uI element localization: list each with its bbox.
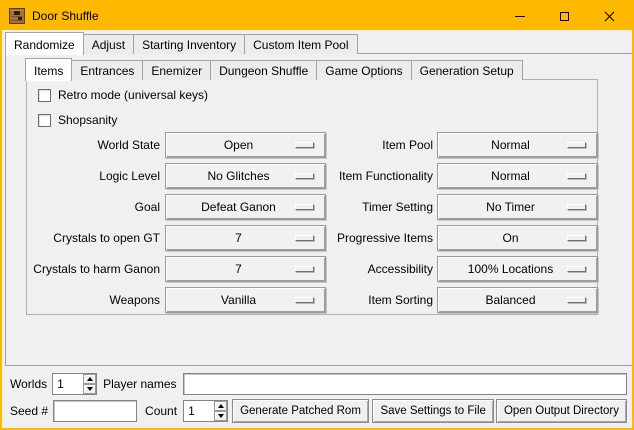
tab-generation-setup[interactable]: Generation Setup bbox=[411, 60, 523, 80]
item-sorting-dropdown[interactable]: Balanced bbox=[437, 287, 598, 313]
main-tab-bar: Randomize Adjust Starting Inventory Cust… bbox=[5, 31, 358, 54]
item-pool-label: Item Pool bbox=[267, 132, 433, 158]
crystals-gt-value: 7 bbox=[235, 231, 242, 245]
worlds-input[interactable] bbox=[53, 374, 83, 394]
tab-dungeon-shuffle[interactable]: Dungeon Shuffle bbox=[210, 60, 317, 80]
player-names-label: Player names bbox=[103, 377, 176, 391]
minimize-button[interactable] bbox=[497, 2, 542, 30]
progressive-items-label: Progressive Items bbox=[267, 225, 433, 251]
tab-randomize[interactable]: Randomize bbox=[5, 32, 84, 55]
timer-setting-dropdown[interactable]: No Timer bbox=[437, 194, 598, 220]
spin-down-icon bbox=[218, 414, 224, 418]
tab-starting-inventory[interactable]: Starting Inventory bbox=[133, 34, 245, 54]
item-pool-value: Normal bbox=[491, 138, 530, 152]
logic-level-label: Logic Level bbox=[27, 163, 160, 189]
worlds-spin-down-button[interactable] bbox=[83, 384, 96, 394]
title-bar[interactable]: Door Shuffle bbox=[2, 2, 632, 30]
door-shuffle-window: Door Shuffle Randomize Adjust Starting I… bbox=[0, 0, 634, 430]
crystals-ganon-label: Crystals to harm Ganon bbox=[27, 256, 160, 282]
worlds-spinner bbox=[52, 373, 97, 395]
worlds-spin-up-button[interactable] bbox=[83, 374, 96, 384]
weapons-label: Weapons bbox=[27, 287, 160, 313]
caption-buttons bbox=[497, 2, 632, 30]
count-spin-down-button[interactable] bbox=[214, 411, 227, 421]
worlds-label: Worlds bbox=[10, 377, 47, 391]
seed-label: Seed # bbox=[10, 404, 48, 418]
accessibility-dropdown[interactable]: 100% Locations bbox=[437, 256, 598, 282]
generate-patched-rom-button[interactable]: Generate Patched Rom bbox=[232, 399, 369, 423]
item-pool-dropdown[interactable]: Normal bbox=[437, 132, 598, 158]
dropdown-indicator-icon bbox=[567, 204, 586, 210]
items-tab-panel: Retro mode (universal keys) Shopsanity W… bbox=[26, 79, 598, 315]
world-state-label: World State bbox=[27, 132, 160, 158]
world-state-value: Open bbox=[224, 138, 253, 152]
item-functionality-dropdown[interactable]: Normal bbox=[437, 163, 598, 189]
open-output-directory-button[interactable]: Open Output Directory bbox=[496, 399, 627, 423]
accessibility-value: 100% Locations bbox=[468, 262, 553, 276]
tab-custom-item-pool[interactable]: Custom Item Pool bbox=[244, 34, 357, 54]
save-settings-button[interactable]: Save Settings to File bbox=[372, 399, 493, 423]
player-names-input[interactable] bbox=[183, 373, 628, 395]
crystals-ganon-value: 7 bbox=[235, 262, 242, 276]
shopsanity-checkbox-row: Shopsanity bbox=[38, 113, 117, 127]
count-spinner bbox=[183, 400, 228, 422]
close-button[interactable] bbox=[587, 2, 632, 30]
retro-mode-checkbox-row: Retro mode (universal keys) bbox=[38, 88, 208, 102]
seed-input[interactable] bbox=[53, 400, 137, 422]
retro-mode-label: Retro mode (universal keys) bbox=[58, 88, 208, 102]
item-sorting-value: Balanced bbox=[485, 293, 535, 307]
retro-mode-checkbox[interactable] bbox=[38, 89, 51, 102]
sub-tab-bar: Items Entrances Enemizer Dungeon Shuffle… bbox=[25, 57, 523, 80]
dropdown-indicator-icon bbox=[567, 173, 586, 179]
spin-up-icon bbox=[218, 404, 224, 408]
item-functionality-label: Item Functionality bbox=[267, 163, 433, 189]
progressive-items-value: On bbox=[502, 231, 518, 245]
count-spin-up-button[interactable] bbox=[214, 401, 227, 411]
progressive-items-dropdown[interactable]: On bbox=[437, 225, 598, 251]
goal-value: Defeat Ganon bbox=[201, 200, 276, 214]
tab-game-options[interactable]: Game Options bbox=[316, 60, 411, 80]
app-icon bbox=[9, 8, 25, 24]
tab-items[interactable]: Items bbox=[25, 58, 72, 81]
weapons-value: Vanilla bbox=[221, 293, 256, 307]
count-input[interactable] bbox=[184, 401, 214, 421]
tab-enemizer[interactable]: Enemizer bbox=[142, 60, 211, 80]
maximize-icon bbox=[560, 12, 569, 21]
accessibility-label: Accessibility bbox=[267, 256, 433, 282]
spin-down-icon bbox=[87, 387, 93, 391]
spin-up-icon bbox=[87, 377, 93, 381]
window-title: Door Shuffle bbox=[32, 9, 99, 23]
goal-label: Goal bbox=[27, 194, 160, 220]
worlds-row: Worlds Player names bbox=[10, 373, 627, 395]
dropdown-indicator-icon bbox=[567, 142, 586, 148]
tab-adjust[interactable]: Adjust bbox=[83, 34, 134, 54]
seed-row: Seed # Count Generate Patched Rom Save S… bbox=[10, 399, 627, 423]
close-icon bbox=[604, 11, 615, 22]
timer-setting-label: Timer Setting bbox=[267, 194, 433, 220]
shopsanity-checkbox[interactable] bbox=[38, 114, 51, 127]
item-functionality-value: Normal bbox=[491, 169, 530, 183]
shopsanity-label: Shopsanity bbox=[58, 113, 117, 127]
maximize-button[interactable] bbox=[542, 2, 587, 30]
dropdown-indicator-icon bbox=[567, 297, 586, 303]
item-sorting-label: Item Sorting bbox=[267, 287, 433, 313]
count-label: Count bbox=[145, 404, 177, 418]
minimize-icon bbox=[515, 16, 525, 17]
tab-entrances[interactable]: Entrances bbox=[71, 60, 143, 80]
logic-level-value: No Glitches bbox=[207, 169, 269, 183]
timer-setting-value: No Timer bbox=[486, 200, 535, 214]
crystals-gt-label: Crystals to open GT bbox=[27, 225, 160, 251]
dropdown-indicator-icon bbox=[567, 266, 586, 272]
dropdown-indicator-icon bbox=[567, 235, 586, 241]
